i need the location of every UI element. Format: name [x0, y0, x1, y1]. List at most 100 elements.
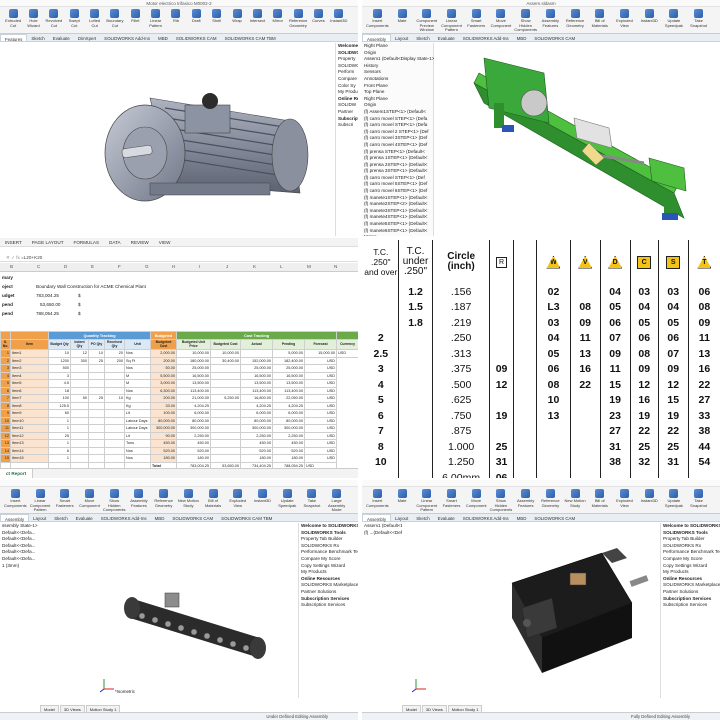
table-cell[interactable]: 6 [48, 446, 71, 455]
table-cell[interactable]: 18 [48, 386, 71, 395]
ribbon-button[interactable]: Update Speedpak [276, 489, 299, 508]
task-item[interactable]: My Products [299, 569, 358, 576]
command-tab[interactable]: Assembly [362, 514, 392, 522]
table-cell[interactable] [210, 439, 241, 448]
tree-item[interactable]: Right Plane [362, 96, 433, 103]
command-tab[interactable]: DimXpert [74, 34, 100, 41]
tree-item[interactable]: ssembly State-1> [0, 523, 70, 530]
ribbon-button[interactable]: Lofted Cut [85, 9, 103, 28]
table-cell[interactable] [210, 416, 241, 425]
table-cell[interactable]: Item9 [10, 409, 49, 418]
table-cell[interactable] [210, 379, 241, 388]
command-tab[interactable]: SOLIDWORKS Add-Ins [459, 34, 513, 41]
command-tab[interactable]: SOLIDWORKS CAM [530, 514, 579, 521]
tab-3d-views[interactable]: 3D Views [421, 705, 447, 712]
command-tab[interactable]: SOLIDWORKS CAM [168, 514, 217, 521]
table-cell[interactable]: USD [336, 349, 358, 358]
tree-item[interactable]: Assem1 (Default<Display State-1>) [362, 523, 436, 530]
ribbon-button[interactable]: Instant3D [251, 489, 274, 504]
task-item[interactable]: Partner Solutions [661, 589, 720, 596]
table-cell[interactable]: 180.00 [240, 454, 273, 463]
viewport[interactable]: *Isometric [70, 523, 298, 698]
ribbon-button[interactable]: Swept Cut [65, 9, 83, 28]
table-cell[interactable]: 1 [48, 424, 71, 433]
ribbon-button[interactable]: Exploded View [613, 489, 636, 508]
table-cell[interactable] [70, 371, 89, 380]
table-cell[interactable]: 2,000.00 [150, 349, 177, 358]
table-cell[interactable]: 80,000.00 [176, 416, 211, 425]
table-cell[interactable]: 22,050.00 [272, 394, 305, 403]
tab-view[interactable]: VIEW [154, 238, 176, 246]
table-cell[interactable]: 2,250.00 [272, 431, 305, 440]
table-cell[interactable]: 3,000.00 [150, 379, 177, 388]
command-tab[interactable]: Evaluate [434, 514, 459, 521]
table-cell[interactable]: 520.00 [272, 446, 305, 455]
table-cell[interactable]: 3 [48, 371, 71, 380]
ribbon-button[interactable]: Show Hidden Components [103, 489, 126, 513]
table-cell[interactable] [210, 401, 241, 410]
viewport[interactable] [0, 43, 335, 236]
table-cell[interactable]: 5,500.00 [150, 371, 177, 380]
tab-review[interactable]: REVIEW [126, 238, 154, 246]
table-cell[interactable]: 80,000.00 [150, 416, 177, 425]
table-cell[interactable] [104, 401, 125, 410]
table-cell[interactable] [88, 364, 105, 373]
table-cell[interactable]: 25,000.00 [176, 364, 211, 373]
ribbon-button[interactable]: Large Assembly Mode [325, 489, 348, 513]
ribbon-button[interactable]: Move Component [78, 489, 101, 508]
ribbon-button[interactable]: Update Speedpak [663, 489, 686, 508]
table-cell[interactable]: 300,000.00 [176, 424, 211, 433]
tree-item[interactable]: (f) carro movel STEP<1> (Def [362, 175, 433, 182]
ribbon-button[interactable]: Insert Components [4, 489, 27, 508]
table-cell[interactable] [88, 424, 105, 433]
table-cell[interactable]: 113,400.00 [240, 386, 273, 395]
command-tab[interactable]: Sketch [412, 34, 433, 41]
table-cell[interactable]: 6,000.00 [272, 409, 305, 418]
table-cell[interactable] [88, 416, 105, 425]
task-item[interactable]: Property Tab Builder [661, 536, 720, 543]
column-letter[interactable]: E [91, 264, 94, 269]
tree-item[interactable]: 1 (3mm) [0, 563, 70, 570]
task-item[interactable]: Color Sy [336, 83, 358, 90]
tree-item[interactable]: Default<<Defa... [0, 543, 70, 550]
table-cell[interactable]: USD [303, 401, 338, 410]
table-cell[interactable] [104, 379, 125, 388]
task-item[interactable]: Copy Settings Wizard [299, 563, 358, 570]
table-cell[interactable]: USD [303, 409, 338, 418]
table-cell[interactable]: 10,000.00 [210, 349, 241, 358]
table-cell[interactable]: 300,000.00 [272, 424, 305, 433]
command-tab[interactable]: MBD [513, 514, 531, 521]
table-cell[interactable]: 4,204.25 [176, 401, 211, 410]
tree-item[interactable]: (f) carro movel STEP<1> (Defa [362, 122, 433, 129]
ribbon-button[interactable]: Reference Geometry [564, 9, 587, 28]
table-cell[interactable] [70, 379, 89, 388]
sheet-tab-cost-report[interactable]: ct Report [0, 469, 34, 478]
ribbon-button[interactable]: Show Hidden Components [490, 489, 513, 513]
tree-item[interactable]: Sensors [362, 69, 433, 76]
table-cell[interactable] [104, 431, 125, 440]
ribbon-button[interactable]: Update Speedpak [663, 9, 686, 28]
table-cell[interactable] [88, 454, 105, 463]
table-cell[interactable]: USD [303, 439, 338, 448]
command-tab[interactable]: MBD [513, 34, 531, 41]
table-cell[interactable]: 3 [0, 364, 11, 373]
command-tab[interactable]: Layout [391, 34, 412, 41]
table-cell[interactable]: 200.00 [150, 356, 177, 365]
table-cell[interactable] [104, 386, 125, 395]
table-cell[interactable]: Item11 [10, 424, 49, 433]
tree-item[interactable]: (f) carro movel STEP<1> (Defa [362, 116, 433, 123]
table-cell[interactable]: USD [303, 416, 338, 425]
table-cell[interactable]: 1 [48, 416, 71, 425]
ribbon-button[interactable]: Linear Component Pattern [29, 489, 52, 513]
tab-motion-study[interactable]: Motion Study 1 [85, 705, 121, 712]
task-item[interactable]: Partner [336, 109, 358, 116]
ribbon-button[interactable]: Bill of Materials [588, 9, 611, 28]
command-tab[interactable]: SOLIDWORKS Add-Ins [97, 514, 151, 521]
table-cell[interactable] [104, 439, 125, 448]
table-cell[interactable] [88, 386, 105, 395]
table-cell[interactable]: 200 [104, 356, 125, 365]
table-cell[interactable]: 6,000.00 [240, 409, 273, 418]
table-cell[interactable]: 2,250.00 [176, 431, 211, 440]
table-cell[interactable]: Item5 [10, 379, 49, 388]
ribbon-button[interactable]: Extruded Cut [4, 9, 22, 28]
